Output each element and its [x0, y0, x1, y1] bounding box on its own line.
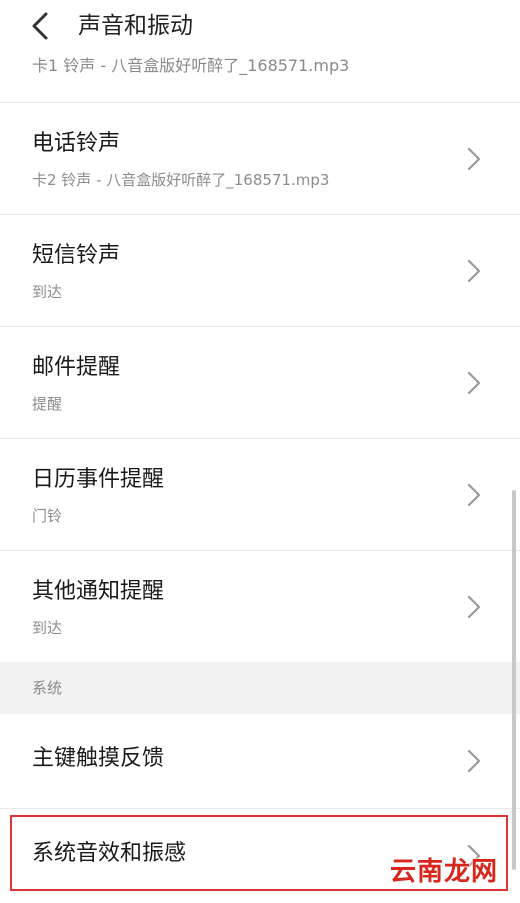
- list-item-home-key-haptic[interactable]: 主键触摸反馈: [0, 714, 520, 808]
- page-title: 声音和振动: [78, 13, 193, 39]
- ringtone-sim1-subtitle: 卡1 铃声 - 八音盒版好听醉了_168571.mp3: [32, 56, 350, 75]
- list-item-sms-ringtone[interactable]: 短信铃声 到达: [0, 214, 520, 327]
- section-header-system: 系统: [0, 662, 520, 714]
- list-item-subtitle: 卡2 铃声 - 八音盒版好听醉了_168571.mp3: [32, 171, 330, 189]
- list-item-phone-ringtone[interactable]: 电话铃声 卡2 铃声 - 八音盒版好听醉了_168571.mp3: [0, 102, 520, 215]
- chevron-right-icon: [467, 147, 481, 171]
- chevron-right-icon: [467, 483, 481, 507]
- top-bar: 声音和振动: [0, 0, 520, 52]
- list-item-title: 短信铃声: [32, 243, 121, 268]
- chevron-right-icon: [467, 749, 481, 773]
- list-item-subtitle: 门铃: [32, 507, 63, 525]
- chevron-left-icon[interactable]: [26, 10, 56, 42]
- list-item-subtitle: 提醒: [32, 395, 63, 413]
- chevron-right-icon: [467, 259, 481, 283]
- list-item-title: 日历事件提醒: [32, 467, 165, 492]
- chevron-right-icon: [467, 595, 481, 619]
- section-label: 系统: [32, 679, 63, 697]
- list-item-subtitle: 到达: [32, 283, 63, 301]
- list-item-calendar-alert[interactable]: 日历事件提醒 门铃: [0, 438, 520, 551]
- chevron-right-icon: [467, 371, 481, 395]
- list-item-other-notification[interactable]: 其他通知提醒 到达: [0, 550, 520, 663]
- list-item-title: 其他通知提醒: [32, 579, 165, 604]
- list-item-title: 电话铃声: [32, 131, 121, 156]
- list-item-subtitle: 到达: [32, 619, 63, 637]
- watermark-logo: 云南龙网: [390, 857, 499, 887]
- list-item-title: 主键触摸反馈: [32, 746, 165, 771]
- list-item-title: 邮件提醒: [32, 355, 121, 380]
- list-item-email-alert[interactable]: 邮件提醒 提醒: [0, 326, 520, 439]
- scrollbar[interactable]: [512, 490, 516, 870]
